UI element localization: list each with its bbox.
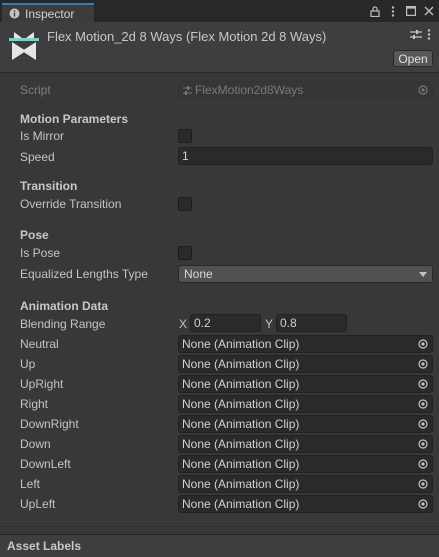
animation-clip-value: None (Animation Clip) (182, 377, 300, 391)
animation-clip-field[interactable]: None (Animation Clip) (178, 355, 433, 373)
maximize-icon[interactable] (405, 5, 417, 17)
animation-clip-field[interactable]: None (Animation Clip) (178, 475, 433, 493)
speed-input[interactable]: 1 (178, 147, 433, 165)
script-value: FlexMotion2d8Ways (195, 83, 304, 97)
script-field[interactable]: FlexMotion2d8Ways (178, 81, 433, 99)
tab-inspector[interactable]: Inspector (2, 3, 94, 22)
script-row: Script FlexMotion2d8Ways (0, 80, 439, 100)
clip-label: UpLeft (20, 497, 56, 511)
animation-clip-field[interactable]: None (Animation Clip) (178, 395, 433, 413)
equalized-lengths-label: Equalized Lengths Type (20, 267, 148, 281)
animation-clip-value: None (Animation Clip) (182, 477, 300, 491)
blending-range-row: Blending Range X 0.2 Y 0.8 (0, 314, 439, 334)
clip-row-upright: UpRight None (Animation Clip) (0, 374, 439, 394)
object-picker-icon[interactable] (416, 437, 430, 451)
object-picker-icon[interactable] (416, 417, 430, 431)
equalized-lengths-value: None (184, 267, 213, 281)
window-controls (369, 3, 435, 19)
clip-row-down: Down None (Animation Clip) (0, 434, 439, 454)
divider (0, 526, 439, 527)
object-picker-icon[interactable] (416, 357, 430, 371)
override-transition-checkbox[interactable] (178, 197, 192, 211)
is-pose-checkbox[interactable] (178, 246, 192, 260)
clip-label: Right (20, 397, 49, 411)
object-picker-icon[interactable] (416, 377, 430, 391)
equalized-lengths-row: Equalized Lengths Type None (0, 264, 439, 284)
animation-clip-value: None (Animation Clip) (182, 437, 300, 451)
lock-icon[interactable] (369, 5, 381, 17)
section-animation-data: Animation Data (20, 299, 109, 313)
x-label: X (179, 317, 188, 331)
object-picker-icon[interactable] (416, 83, 430, 97)
open-button[interactable]: Open (393, 50, 433, 67)
info-icon (8, 8, 20, 20)
tab-inspector-label: Inspector (25, 6, 75, 21)
clip-row-downright: DownRight None (Animation Clip) (0, 414, 439, 434)
clip-label: Neutral (20, 337, 59, 351)
clip-label: DownLeft (20, 457, 71, 471)
clip-label: Left (20, 477, 41, 491)
animation-clip-value: None (Animation Clip) (182, 457, 300, 471)
clip-row-upleft: UpLeft None (Animation Clip) (0, 494, 439, 514)
clip-label: UpRight (20, 377, 64, 391)
speed-row: Speed 1 (0, 147, 439, 167)
equalized-lengths-dropdown[interactable]: None (178, 265, 433, 283)
clip-label: Up (20, 357, 36, 371)
animation-clip-field[interactable]: None (Animation Clip) (178, 415, 433, 433)
override-transition-label: Override Transition (20, 197, 122, 211)
asset-title: Flex Motion_2d 8 Ways (Flex Motion 2d 8 … (47, 29, 327, 44)
object-picker-icon[interactable] (416, 397, 430, 411)
asset-labels-bar[interactable]: Asset Labels (0, 534, 439, 557)
clip-label: DownRight (20, 417, 79, 431)
animation-clip-value: None (Animation Clip) (182, 337, 300, 351)
animation-clip-value: None (Animation Clip) (182, 497, 300, 511)
inspector-header: Flex Motion_2d 8 Ways (Flex Motion 2d 8 … (0, 22, 439, 73)
clip-label: Down (20, 437, 51, 451)
animation-clip-field[interactable]: None (Animation Clip) (178, 455, 433, 473)
clip-row-left: Left None (Animation Clip) (0, 474, 439, 494)
blending-x-input[interactable]: 0.2 (190, 314, 261, 332)
object-picker-icon[interactable] (416, 477, 430, 491)
clip-row-up: Up None (Animation Clip) (0, 354, 439, 374)
clip-row-right: Right None (Animation Clip) (0, 394, 439, 414)
animation-clip-value: None (Animation Clip) (182, 357, 300, 371)
clip-row-downleft: DownLeft None (Animation Clip) (0, 454, 439, 474)
chevron-down-icon (419, 272, 427, 277)
is-pose-row: Is Pose (0, 243, 439, 263)
tab-bar: Inspector (0, 0, 439, 23)
menu-icon[interactable] (387, 5, 399, 17)
is-pose-label: Is Pose (20, 246, 61, 260)
object-picker-icon[interactable] (416, 337, 430, 351)
section-pose: Pose (20, 228, 49, 242)
is-mirror-label: Is Mirror (20, 129, 64, 143)
animation-clip-field[interactable]: None (Animation Clip) (178, 495, 433, 513)
menu-icon[interactable] (427, 29, 431, 43)
sliders-icon[interactable] (410, 29, 422, 43)
object-picker-icon[interactable] (416, 457, 430, 471)
is-mirror-row: Is Mirror (0, 126, 439, 146)
speed-label: Speed (20, 150, 55, 164)
y-label: Y (265, 317, 274, 331)
blending-range-label: Blending Range (20, 317, 106, 331)
header-icons (410, 29, 431, 43)
asset-labels-title: Asset Labels (7, 539, 82, 553)
is-mirror-checkbox[interactable] (178, 129, 192, 143)
flex-motion-icon (8, 30, 40, 62)
clip-row-neutral: Neutral None (Animation Clip) (0, 334, 439, 354)
script-label: Script (20, 83, 51, 97)
section-transition: Transition (20, 179, 78, 193)
override-transition-row: Override Transition (0, 194, 439, 214)
close-icon[interactable] (423, 5, 435, 17)
section-motion-parameters: Motion Parameters (20, 112, 129, 126)
animation-clip-value: None (Animation Clip) (182, 417, 300, 431)
animation-clip-field[interactable]: None (Animation Clip) (178, 435, 433, 453)
animation-clip-field[interactable]: None (Animation Clip) (178, 335, 433, 353)
animation-clip-value: None (Animation Clip) (182, 397, 300, 411)
blending-y-input[interactable]: 0.8 (276, 314, 347, 332)
animation-clip-field[interactable]: None (Animation Clip) (178, 375, 433, 393)
object-picker-icon[interactable] (416, 497, 430, 511)
script-file-icon (182, 85, 193, 96)
